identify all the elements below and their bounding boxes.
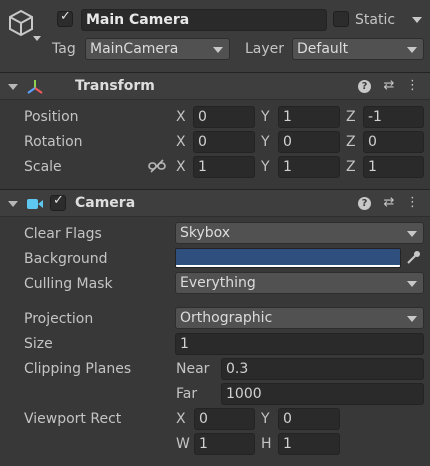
scale-z-field[interactable]: 1 — [363, 156, 424, 178]
scale-y-field[interactable]: 1 — [278, 156, 340, 178]
checkmark-icon: ✓ — [60, 9, 71, 24]
context-menu-icon[interactable]: ⋮ — [406, 195, 419, 211]
viewport-y-axis[interactable]: Y — [261, 409, 270, 429]
rotation-x-axis[interactable]: X — [176, 132, 186, 152]
position-label[interactable]: Position — [24, 107, 79, 127]
viewport-h-field[interactable]: 1 — [278, 433, 340, 455]
viewport-x-axis[interactable]: X — [176, 409, 186, 429]
tag-label: Tag — [52, 41, 76, 57]
static-dropdown-arrow[interactable] — [412, 17, 422, 23]
checkmark-icon: ✓ — [53, 193, 64, 208]
clear-flags-label: Clear Flags — [24, 226, 102, 242]
near-field[interactable]: 0.3 — [221, 358, 424, 380]
near-label[interactable]: Near — [176, 359, 209, 379]
rotation-z-field[interactable]: 0 — [363, 131, 424, 153]
help-icon[interactable]: ? — [358, 197, 371, 210]
static-checkbox[interactable] — [333, 11, 349, 27]
transform-icon — [26, 78, 44, 96]
layer-dropdown[interactable]: Default — [292, 38, 424, 60]
far-label[interactable]: Far — [176, 384, 197, 404]
culling-mask-label: Culling Mask — [24, 276, 113, 292]
chevron-down-icon — [213, 47, 223, 53]
viewport-rect-label: Viewport Rect — [24, 411, 122, 427]
tag-value: MainCamera — [90, 41, 179, 57]
chevron-down-icon — [407, 316, 417, 322]
background-color-swatch — [176, 249, 400, 265]
static-label: Static — [355, 12, 396, 28]
position-z-field[interactable]: -1 — [363, 106, 424, 128]
scale-x-axis[interactable]: X — [176, 157, 186, 177]
scale-y-axis[interactable]: Y — [261, 157, 270, 177]
culling-mask-value: Everything — [180, 275, 256, 291]
position-x-field[interactable]: 0 — [193, 106, 255, 128]
camera-header[interactable]: ✓ Camera ? ⇄ ⋮ — [0, 189, 430, 217]
far-field[interactable]: 1000 — [221, 383, 424, 405]
gameobject-name-field[interactable]: Main Camera — [81, 9, 327, 31]
chevron-down-icon — [407, 281, 417, 287]
icon-dropdown-arrow[interactable] — [33, 36, 41, 41]
active-checkbox[interactable]: ✓ — [57, 9, 73, 27]
presets-icon[interactable]: ⇄ — [382, 195, 396, 211]
viewport-h-axis[interactable]: H — [261, 434, 272, 454]
viewport-w-field[interactable]: 1 — [194, 433, 255, 455]
presets-icon[interactable]: ⇄ — [382, 78, 396, 94]
rotation-y-field[interactable]: 0 — [278, 131, 340, 153]
constrain-proportions-icon[interactable] — [148, 158, 166, 174]
tag-dropdown[interactable]: MainCamera — [85, 38, 230, 60]
projection-dropdown[interactable]: Orthographic — [175, 307, 424, 329]
position-x-axis[interactable]: X — [176, 107, 186, 127]
scale-z-axis[interactable]: Z — [346, 157, 356, 177]
clear-flags-value: Skybox — [180, 225, 231, 241]
rotation-x-field[interactable]: 0 — [193, 131, 255, 153]
layer-value: Default — [297, 41, 349, 57]
viewport-w-axis[interactable]: W — [176, 434, 190, 454]
projection-value: Orthographic — [180, 310, 273, 326]
culling-mask-dropdown[interactable]: Everything — [175, 272, 424, 294]
position-y-axis[interactable]: Y — [261, 107, 270, 127]
chevron-down-icon — [407, 47, 417, 53]
foldout-arrow-icon[interactable] — [8, 201, 18, 207]
layer-label: Layer — [245, 41, 285, 57]
viewport-x-field[interactable]: 0 — [194, 408, 255, 430]
projection-label: Projection — [24, 311, 94, 327]
help-icon[interactable]: ? — [358, 80, 371, 93]
chevron-down-icon — [407, 231, 417, 237]
transform-title: Transform — [75, 78, 155, 94]
rotation-z-axis[interactable]: Z — [346, 132, 356, 152]
gameobject-header: ✓ Main Camera Static Tag MainCamera Laye… — [0, 0, 430, 72]
rotation-label[interactable]: Rotation — [24, 132, 83, 152]
scale-label[interactable]: Scale — [24, 157, 62, 177]
rotation-y-axis[interactable]: Y — [261, 132, 270, 152]
transform-header[interactable]: Transform ? ⇄ ⋮ — [0, 72, 430, 100]
scale-x-field[interactable]: 1 — [193, 156, 255, 178]
camera-enabled-checkbox[interactable]: ✓ — [50, 193, 66, 211]
background-label: Background — [24, 251, 108, 267]
size-field[interactable]: 1 — [175, 333, 424, 355]
position-z-axis[interactable]: Z — [346, 107, 356, 127]
size-label[interactable]: Size — [24, 334, 53, 354]
foldout-arrow-icon[interactable] — [8, 84, 18, 90]
clipping-planes-label: Clipping Planes — [24, 361, 132, 377]
position-y-field[interactable]: 1 — [278, 106, 340, 128]
background-color-field[interactable] — [175, 248, 401, 268]
clear-flags-dropdown[interactable]: Skybox — [175, 222, 424, 244]
eyedropper-icon[interactable] — [403, 248, 423, 268]
context-menu-icon[interactable]: ⋮ — [406, 78, 419, 94]
camera-title: Camera — [75, 195, 136, 211]
camera-icon — [26, 197, 44, 211]
background-alpha-bar — [176, 265, 400, 267]
viewport-y-field[interactable]: 0 — [278, 408, 340, 430]
